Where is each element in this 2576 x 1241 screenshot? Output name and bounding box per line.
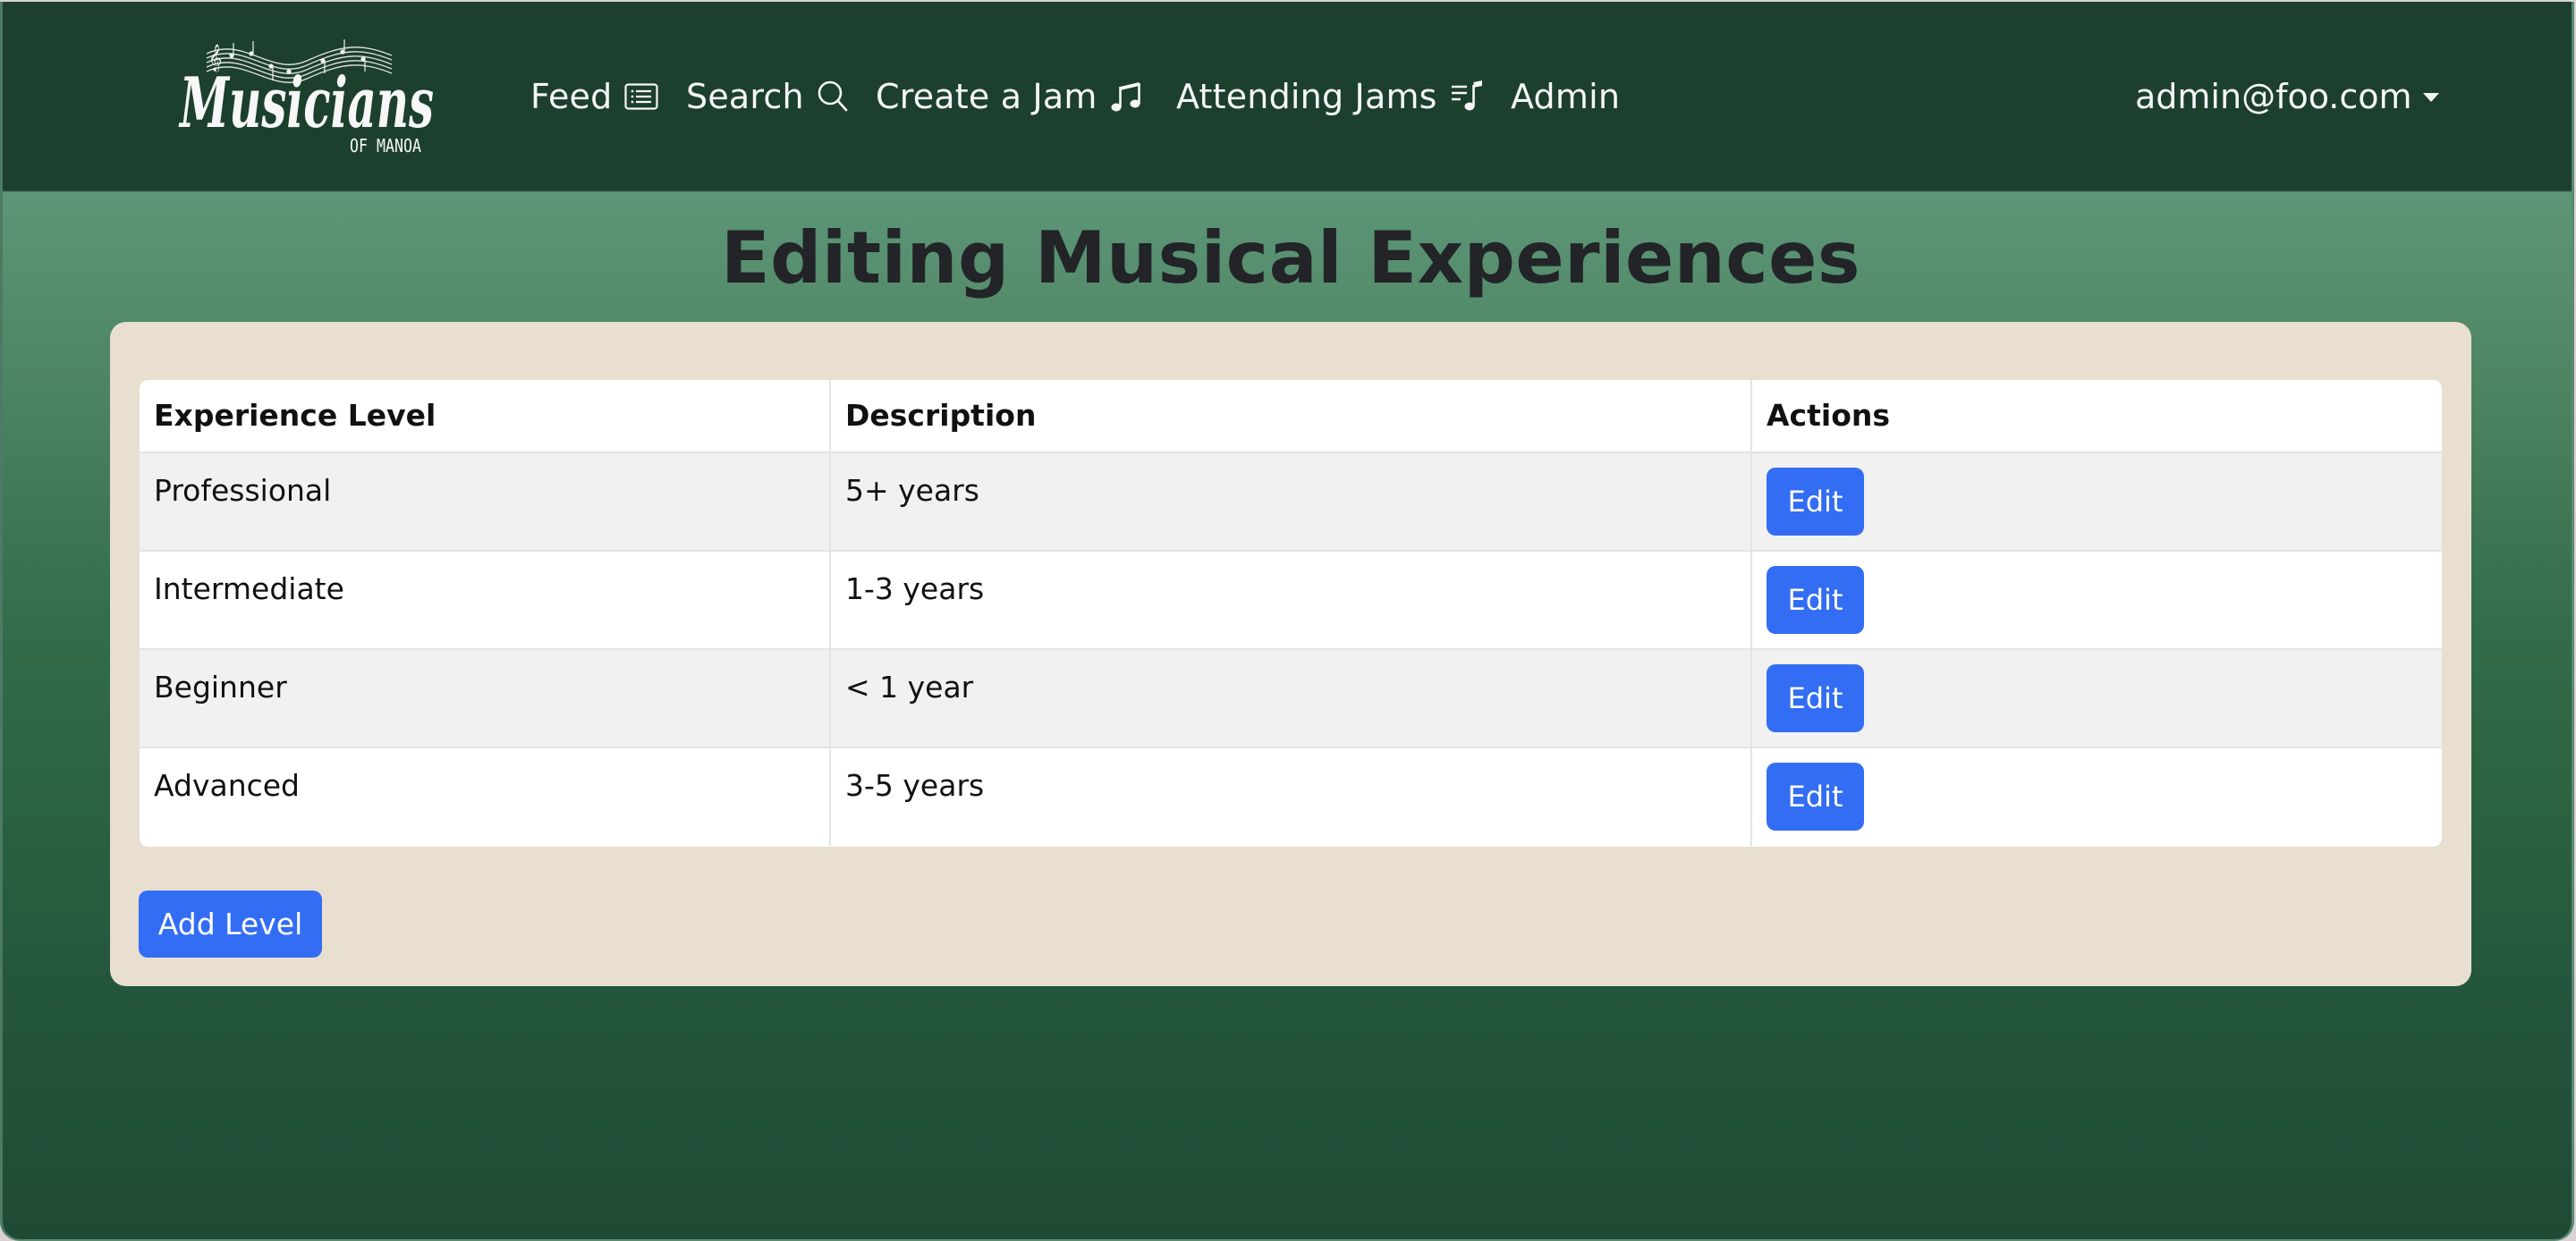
column-header-actions: Actions (1751, 380, 2442, 453)
logo-title: Musicians (178, 63, 434, 144)
search-icon (817, 79, 849, 114)
nav-item-attending-jams-label: Attending Jams (1176, 77, 1437, 116)
nav-item-feed-label: Feed (530, 77, 613, 116)
cell-description: 1-3 years (830, 551, 1752, 650)
cell-experience-level: Beginner (140, 649, 831, 748)
user-email: admin@foo.com (2135, 77, 2412, 116)
cell-experience-level: Professional (140, 452, 831, 552)
music-note-list-icon (1450, 80, 1484, 114)
cell-description: < 1 year (830, 649, 1752, 748)
cell-actions: Edit (1751, 747, 2442, 846)
edit-button[interactable]: Edit (1767, 468, 1864, 536)
nav-item-attending-jams[interactable]: Attending Jams (1176, 72, 1484, 122)
user-menu-dropdown[interactable]: admin@foo.com (2135, 72, 2439, 122)
table-header-row: Experience Level Description Actions (140, 380, 2442, 453)
musicians-of-manoa-logo[interactable]: 𝄞 Musicians OF MANOA (173, 34, 441, 159)
column-header-experience-level: Experience Level (140, 380, 831, 453)
nav-item-create-jam[interactable]: Create a Jam (876, 72, 1142, 122)
nav-item-create-jam-label: Create a Jam (876, 77, 1097, 116)
caret-down-icon (2422, 93, 2439, 102)
nav-item-search[interactable]: Search (686, 72, 849, 122)
experience-levels-card: Experience Level Description Actions Pro… (110, 322, 2471, 986)
edit-button[interactable]: Edit (1767, 763, 1864, 831)
cell-description: 3-5 years (830, 747, 1752, 846)
table-row: Professional 5+ years Edit (140, 452, 2442, 552)
card-list-icon (624, 83, 659, 110)
nav-item-admin[interactable]: Admin (1511, 72, 1620, 122)
experience-levels-table-container: Experience Level Description Actions Pro… (140, 380, 2442, 847)
table-row: Beginner < 1 year Edit (140, 649, 2442, 748)
edit-button[interactable]: Edit (1767, 664, 1864, 732)
cell-actions: Edit (1751, 452, 2442, 552)
cell-actions: Edit (1751, 649, 2442, 748)
cell-experience-level: Advanced (140, 747, 831, 846)
browser-window: 𝄞 Musicians OF MANOA Feed Search Create … (0, 2, 2574, 1241)
cell-experience-level: Intermediate (140, 551, 831, 650)
nav-item-admin-label: Admin (1511, 77, 1621, 116)
experience-levels-table: Experience Level Description Actions Pro… (140, 380, 2442, 846)
column-header-description: Description (830, 380, 1752, 453)
add-level-button[interactable]: Add Level (139, 891, 322, 958)
edit-button[interactable]: Edit (1767, 566, 1864, 634)
cell-actions: Edit (1751, 551, 2442, 650)
cell-description: 5+ years (830, 452, 1752, 552)
nav-item-search-label: Search (686, 77, 804, 116)
nav-item-feed[interactable]: Feed (530, 72, 659, 122)
table-row: Advanced 3-5 years Edit (140, 747, 2442, 846)
table-row: Intermediate 1-3 years Edit (140, 551, 2442, 650)
navbar: 𝄞 Musicians OF MANOA Feed Search Create … (3, 2, 2572, 190)
logo-subtitle: OF MANOA (350, 135, 421, 156)
page-title: Editing Musical Experiences (720, 216, 1860, 300)
music-note-beamed-icon (1110, 80, 1142, 114)
